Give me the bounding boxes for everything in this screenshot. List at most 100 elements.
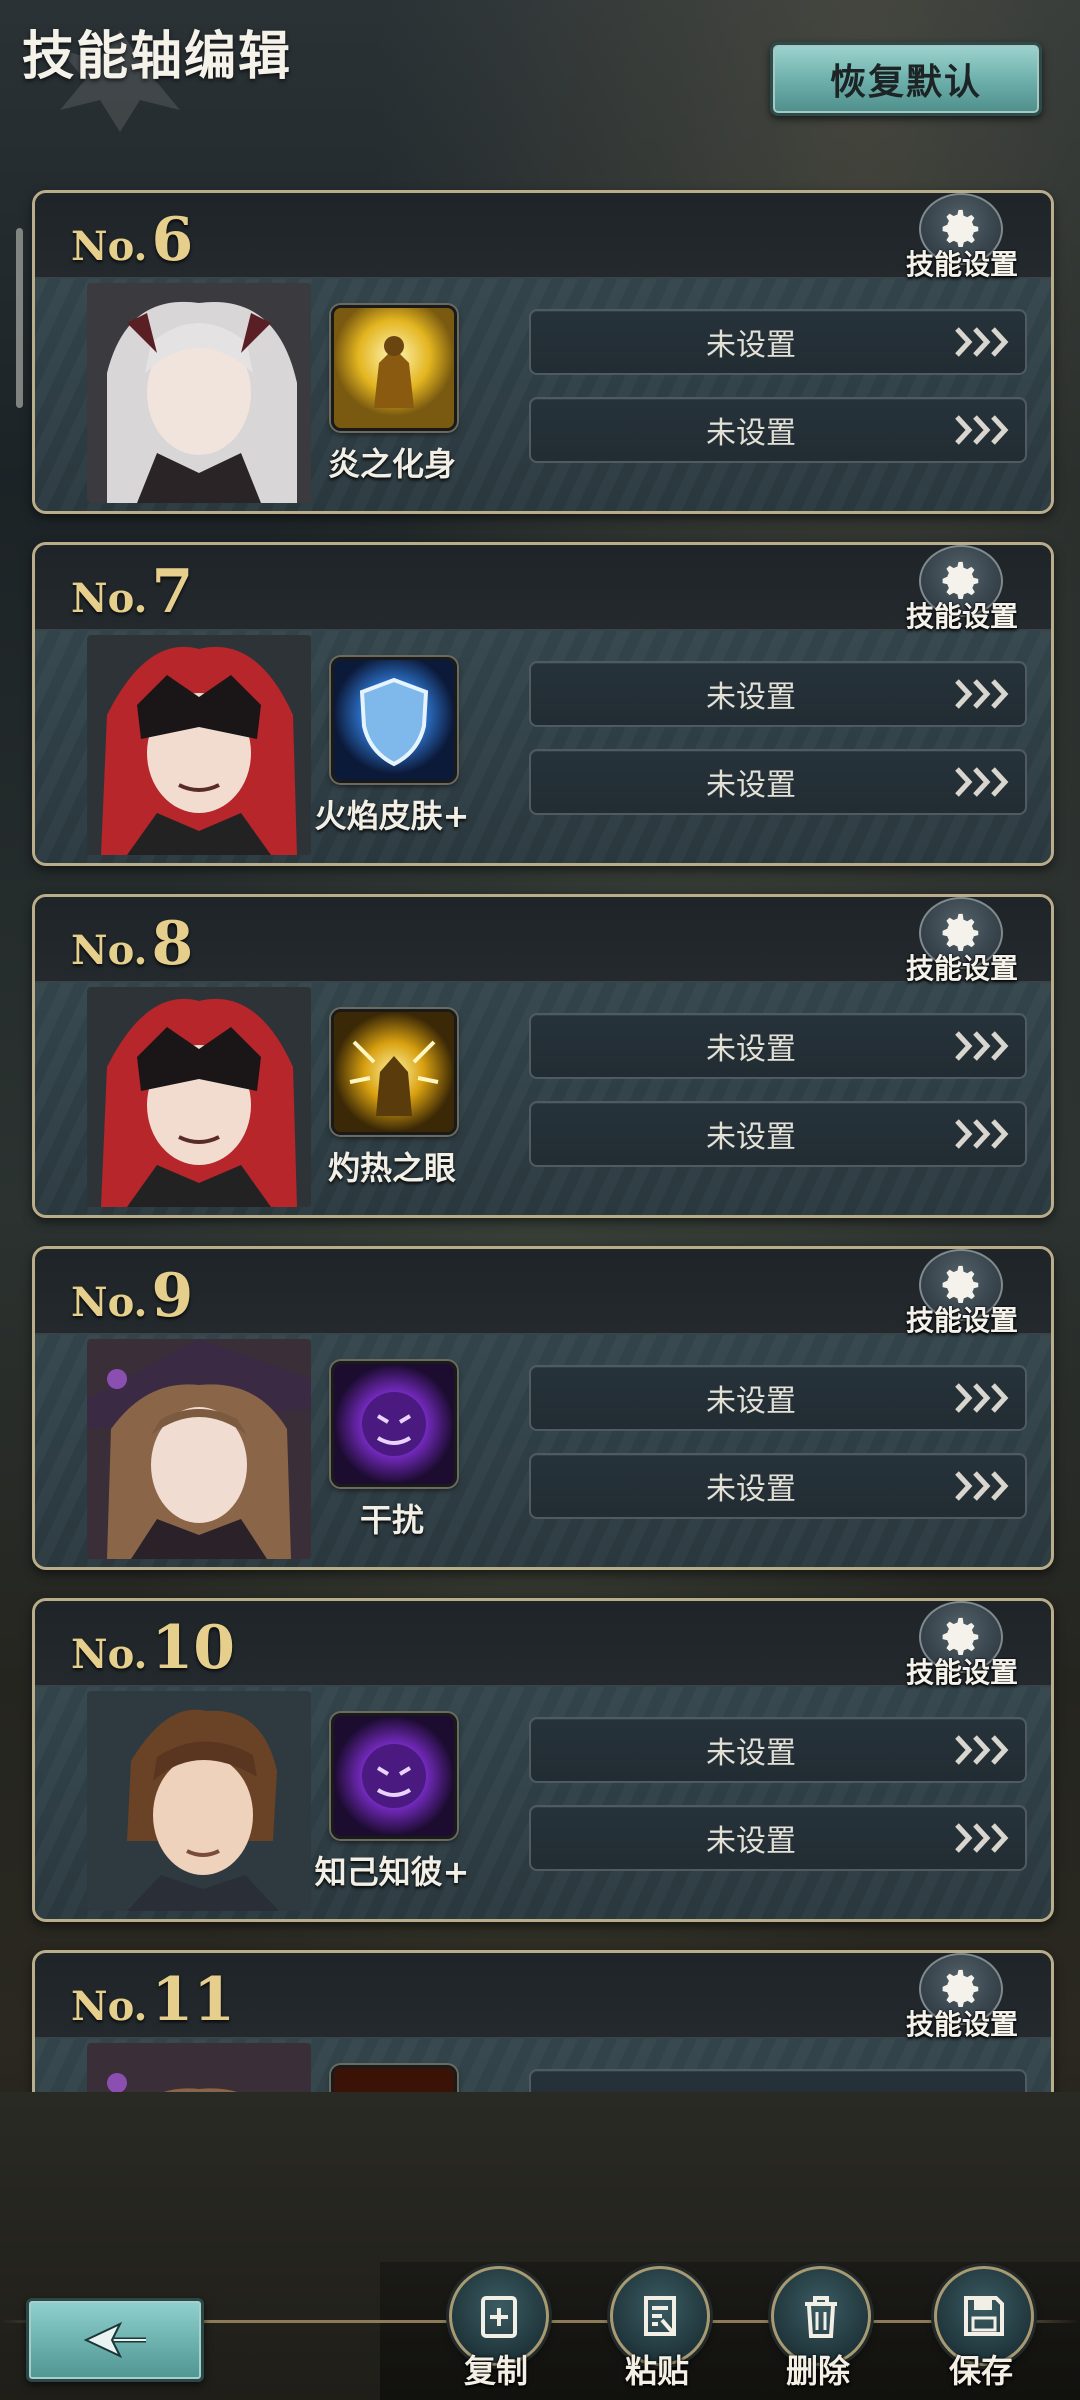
white-hair-character-image (87, 283, 311, 503)
skill-settings-label: 技能设置 (905, 1656, 1018, 1689)
slot-label: 未设置 (706, 768, 796, 803)
card-number: No.7 (71, 557, 193, 627)
skill-settings-button[interactable]: 技能设置 (897, 1249, 1027, 1345)
skill-slot-1[interactable]: 未设置 (529, 1365, 1027, 1431)
character-portrait[interactable] (87, 987, 311, 1207)
slot-label: 未设置 (706, 1032, 796, 1067)
number-value: 7 (151, 557, 194, 627)
skill-settings-button[interactable]: 技能设置 (897, 897, 1027, 993)
number-prefix: No. (71, 1631, 148, 1678)
character-portrait[interactable] (87, 1339, 311, 1559)
skill-settings-button[interactable]: 技能设置 (897, 1953, 1027, 2049)
red-hair-character-image (87, 987, 311, 1207)
back-button[interactable] (26, 2298, 204, 2382)
witch-character-image (87, 2043, 311, 2092)
triple-chevron-icon (953, 413, 1011, 447)
skill-icon[interactable] (331, 1713, 457, 1839)
slot-label: 未设置 (706, 680, 796, 715)
skill-slot-2[interactable]: 未设置 (529, 1805, 1027, 1871)
number-value: 9 (151, 1261, 194, 1331)
skill-slot-2[interactable]: 未设置 (529, 397, 1027, 463)
number-prefix: No. (71, 575, 148, 622)
skill-settings-label: 技能设置 (905, 600, 1018, 633)
skill-icon[interactable] (331, 305, 457, 431)
number-prefix: No. (71, 1983, 148, 2030)
scorching-eye-skill-icon (334, 1012, 454, 1132)
skill-slot-2[interactable]: 未设置 (529, 1453, 1027, 1519)
triple-chevron-icon (953, 1117, 1011, 1151)
copy-label: 复制 (463, 2352, 528, 2390)
skill-slot-2[interactable]: 未设置 (529, 1101, 1027, 1167)
skill-icon[interactable] (331, 1361, 457, 1487)
skill-card: No.9 技能设置 干扰 未设置 未设置 (32, 1246, 1054, 1570)
skill-slot-1[interactable]: 未设置 (529, 661, 1027, 727)
skill-card: No.6 技能设置 炎之化身 未设置 未设置 (32, 190, 1054, 514)
triple-chevron-icon (953, 325, 1011, 359)
skill-name: 灼热之眼 (327, 1149, 456, 1187)
skill-settings-button[interactable]: 技能设置 (897, 1601, 1027, 1697)
skill-card: No.7 技能设置 火焰皮肤+ 未设置 未设置 (32, 542, 1054, 866)
page-title: 技能轴编辑 (22, 27, 293, 87)
fire-skill-icon (334, 2068, 454, 2092)
save-button[interactable]: 保存 (926, 2266, 1036, 2400)
back-arrow-icon (83, 2321, 146, 2359)
skill-slot-1[interactable]: 未设置 (529, 1013, 1027, 1079)
flame-avatar-skill-icon (334, 308, 454, 428)
triple-chevron-icon (953, 1733, 1011, 1767)
red-hair-character-image (87, 635, 311, 855)
slot-label: 未设置 (706, 328, 796, 363)
number-value: 6 (151, 205, 194, 275)
paste-button[interactable]: 粘贴 (602, 2266, 712, 2400)
skill-name: 火焰皮肤+ (314, 797, 470, 835)
skill-icon[interactable] (331, 1009, 457, 1135)
paste-label: 粘贴 (624, 2352, 689, 2390)
copy-button[interactable]: 复制 (441, 2266, 551, 2400)
character-portrait[interactable] (87, 1691, 311, 1911)
interference-skill-icon (334, 1364, 454, 1484)
skill-slot-1[interactable] (529, 2069, 1027, 2092)
triple-chevron-icon (953, 1029, 1011, 1063)
skill-name: 知己知彼+ (314, 1853, 470, 1891)
triple-chevron-icon (953, 677, 1011, 711)
triple-chevron-icon (953, 1821, 1011, 1855)
number-value: 8 (151, 909, 194, 979)
triple-chevron-icon (953, 1469, 1011, 1503)
reset-default-button[interactable]: 恢复默认 (770, 42, 1042, 116)
skill-icon[interactable] (331, 2065, 457, 2092)
skill-axis-list[interactable]: No.6 技能设置 炎之化身 未设置 未设置 No.7 技能设置 火焰皮肤+ 未… (0, 180, 1080, 2092)
slot-label: 未设置 (706, 1824, 796, 1859)
skill-card: No.10 技能设置 知己知彼+ 未设置 未设置 (32, 1598, 1054, 1922)
slot-label (531, 2071, 971, 2092)
number-value: 10 (151, 1613, 235, 1683)
character-portrait[interactable] (87, 2043, 311, 2092)
skill-settings-button[interactable]: 技能设置 (897, 545, 1027, 641)
number-value: 11 (151, 1965, 235, 2035)
skill-slot-2[interactable]: 未设置 (529, 749, 1027, 815)
number-prefix: No. (71, 223, 148, 270)
delete-button[interactable]: 删除 (763, 2266, 873, 2400)
card-number: No.11 (71, 1965, 235, 2035)
card-number: No.9 (71, 1261, 193, 1331)
skill-settings-label: 技能设置 (905, 1304, 1018, 1337)
skill-card: No.11 技能设置 (32, 1950, 1054, 2092)
character-portrait[interactable] (87, 635, 311, 855)
triple-chevron-icon (953, 1381, 1011, 1415)
brown-hair-character-image (87, 1691, 311, 1911)
skill-card: No.8 技能设置 灼热之眼 未设置 未设置 (32, 894, 1054, 1218)
skill-settings-button[interactable]: 技能设置 (897, 193, 1027, 289)
character-portrait[interactable] (87, 283, 311, 503)
delete-label: 删除 (785, 2352, 850, 2390)
flame-skin-skill-icon (334, 660, 454, 780)
skill-settings-label: 技能设置 (905, 2008, 1018, 2041)
slot-label: 未设置 (706, 1120, 796, 1155)
slot-label: 未设置 (706, 1472, 796, 1507)
save-label: 保存 (948, 2352, 1013, 2390)
triple-chevron-icon (953, 765, 1011, 799)
number-prefix: No. (71, 927, 148, 974)
skill-slot-1[interactable]: 未设置 (529, 1717, 1027, 1783)
witch-character-image (87, 1339, 311, 1559)
slot-label: 未设置 (706, 416, 796, 451)
skill-slot-1[interactable]: 未设置 (529, 309, 1027, 375)
card-number: No.10 (71, 1613, 235, 1683)
skill-icon[interactable] (331, 657, 457, 783)
